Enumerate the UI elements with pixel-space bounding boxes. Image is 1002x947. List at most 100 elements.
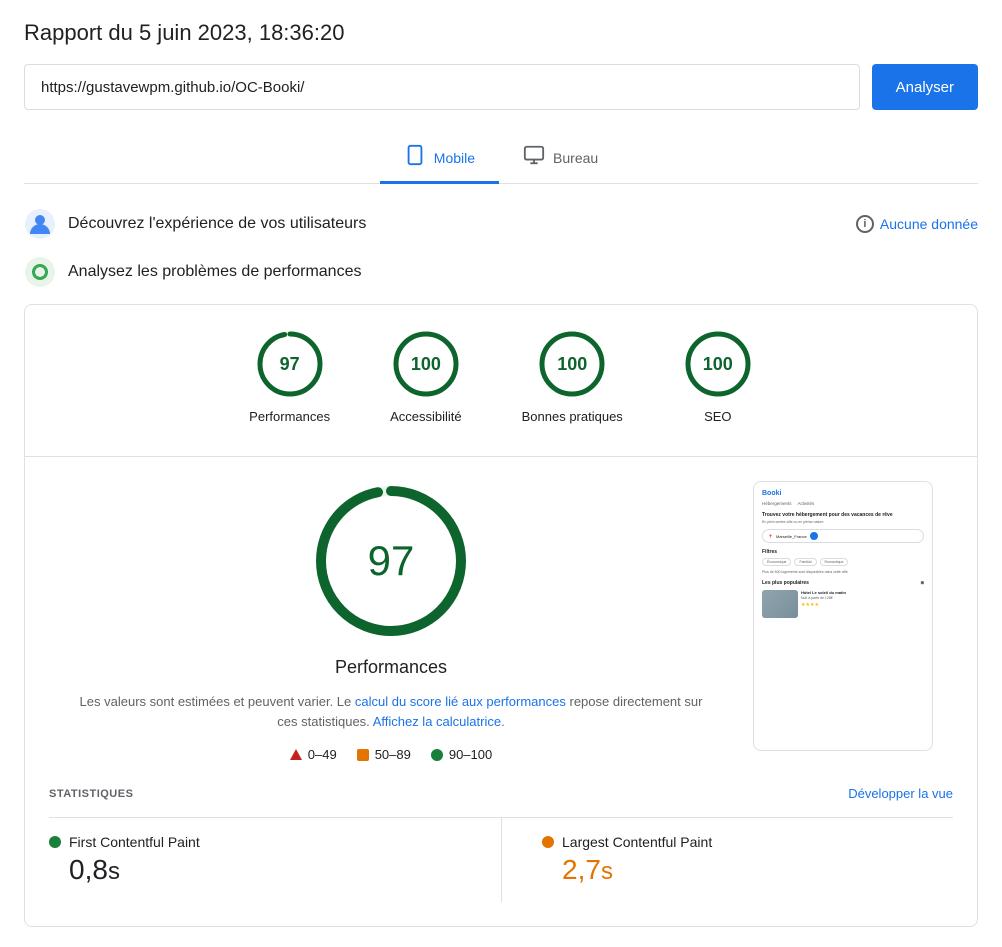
user-exp-section: Découvrez l'expérience de vos utilisateu… bbox=[24, 208, 978, 240]
perf-calc-link[interactable]: Affichez la calculatrice bbox=[373, 714, 501, 729]
report-title: Rapport du 5 juin 2023, 18:36:20 bbox=[24, 20, 978, 46]
booki-search-text: Marseille_France bbox=[776, 534, 807, 539]
user-exp-title: Découvrez l'expérience de vos utilisateu… bbox=[68, 215, 366, 233]
metric-lcp-unit: s bbox=[601, 858, 613, 885]
perf-right: Booki Hébergements Activités Trouvez vot… bbox=[753, 481, 933, 751]
booki-popular-title: Les plus populaires ⊞ bbox=[762, 580, 924, 586]
booki-card-price: Nuit à partir de 128€ bbox=[801, 596, 924, 600]
legend-square-icon bbox=[357, 749, 369, 761]
legend-range-0-49: 0–49 bbox=[308, 747, 337, 762]
scores-row: 97 Performances 100 Accessibilité bbox=[49, 329, 953, 424]
booki-card-info: Hôtel Le soleil du matin Nuit à partir d… bbox=[801, 590, 924, 618]
user-exp-icon bbox=[24, 208, 56, 240]
booki-filter-1: Économique bbox=[762, 558, 791, 566]
tabs: Mobile Bureau bbox=[24, 134, 978, 184]
perf-detail-title: Performances bbox=[69, 657, 713, 678]
score-value-seo: 100 bbox=[703, 354, 733, 375]
legend-range-50-89: 50–89 bbox=[375, 747, 411, 762]
booki-filter-title: Filtres bbox=[762, 549, 924, 555]
scores-card: 97 Performances 100 Accessibilité bbox=[24, 304, 978, 927]
booki-filter-2: Familial bbox=[794, 558, 816, 566]
booki-search: 📍 Marseille_France bbox=[762, 529, 924, 543]
no-data-container: i Aucune donnée bbox=[856, 215, 978, 233]
booki-card-image bbox=[762, 590, 798, 618]
score-seo: 100 SEO bbox=[683, 329, 753, 424]
tab-bureau-label: Bureau bbox=[553, 150, 598, 166]
metric-fcp-name: First Contentful Paint bbox=[69, 834, 200, 850]
stats-header: STATISTIQUES Développer la vue bbox=[49, 786, 953, 801]
metric-lcp-dot bbox=[542, 836, 554, 848]
stats-title: STATISTIQUES bbox=[49, 788, 133, 800]
booki-brand: Booki bbox=[762, 490, 781, 497]
perf-left: 97 Performances Les valeurs sont estimée… bbox=[69, 481, 713, 762]
metric-lcp-name: Largest Contentful Paint bbox=[562, 834, 712, 850]
metric-fcp-dot bbox=[49, 836, 61, 848]
metrics-grid: First Contentful Paint 0,8s Largest Cont… bbox=[49, 817, 953, 902]
legend: 0–49 50–89 90–100 bbox=[69, 747, 713, 762]
legend-green: 90–100 bbox=[431, 747, 492, 762]
info-icon: i bbox=[856, 215, 874, 233]
booki-search-button bbox=[810, 532, 818, 540]
booki-popular-label: Les plus populaires bbox=[762, 580, 809, 586]
score-value-accessibilite: 100 bbox=[411, 354, 441, 375]
metric-fcp-value: 0,8s bbox=[49, 854, 461, 886]
score-value-performances: 97 bbox=[280, 354, 300, 375]
tab-mobile[interactable]: Mobile bbox=[380, 134, 499, 184]
score-value-bonnes-pratiques: 100 bbox=[557, 354, 587, 375]
booki-count: Plus de 500 logements sont disponibles d… bbox=[762, 570, 924, 574]
score-label-accessibilite: Accessibilité bbox=[390, 409, 462, 424]
stats-section: STATISTIQUES Développer la vue First Con… bbox=[49, 786, 953, 902]
booki-filters: Économique Familial Romantique bbox=[762, 558, 924, 566]
big-score-value: 97 bbox=[368, 537, 415, 585]
perf-section: Analysez les problèmes de performances bbox=[24, 256, 978, 288]
booki-card-title: Hôtel Le soleil du matin bbox=[801, 590, 924, 595]
metric-fcp-header: First Contentful Paint bbox=[49, 834, 461, 850]
perf-section-icon bbox=[24, 256, 56, 288]
perf-detail: 97 Performances Les valeurs sont estimée… bbox=[49, 481, 953, 762]
score-circle-bonnes-pratiques: 100 bbox=[537, 329, 607, 399]
booki-card: Hôtel Le soleil du matin Nuit à partir d… bbox=[762, 590, 924, 618]
perf-desc-end: . bbox=[501, 714, 505, 729]
score-bonnes-pratiques: 100 Bonnes pratiques bbox=[522, 329, 623, 424]
booki-hero: Trouvez votre hébergement pour des vacan… bbox=[762, 512, 924, 518]
booki-preview-content: Booki Hébergements Activités Trouvez vot… bbox=[754, 482, 932, 750]
legend-range-90-100: 90–100 bbox=[449, 747, 492, 762]
booki-nav1: Hébergements bbox=[762, 501, 792, 506]
mobile-icon bbox=[404, 144, 426, 171]
score-label-bonnes-pratiques: Bonnes pratiques bbox=[522, 409, 623, 424]
booki-filter-3: Romantique bbox=[820, 558, 849, 566]
perf-score-link[interactable]: calcul du score lié aux performances bbox=[355, 694, 566, 709]
desktop-icon bbox=[523, 144, 545, 171]
metric-lcp: Largest Contentful Paint 2,7s bbox=[501, 817, 953, 902]
divider bbox=[25, 456, 977, 457]
legend-red: 0–49 bbox=[290, 747, 337, 762]
score-label-seo: SEO bbox=[704, 409, 731, 424]
score-label-performances: Performances bbox=[249, 409, 330, 424]
perf-desc-text1: Les valeurs sont estimées et peuvent var… bbox=[80, 694, 355, 709]
booki-preview: Booki Hébergements Activités Trouvez vot… bbox=[753, 481, 933, 751]
perf-section-title: Analysez les problèmes de performances bbox=[68, 263, 361, 281]
score-performances: 97 Performances bbox=[249, 329, 330, 424]
metric-lcp-value: 2,7s bbox=[542, 854, 953, 886]
legend-orange: 50–89 bbox=[357, 747, 411, 762]
legend-triangle-icon bbox=[290, 749, 302, 760]
score-accessibilite: 100 Accessibilité bbox=[390, 329, 462, 424]
score-circle-performances: 97 bbox=[255, 329, 325, 399]
tab-bureau[interactable]: Bureau bbox=[499, 134, 622, 184]
metric-lcp-header: Largest Contentful Paint bbox=[542, 834, 953, 850]
booki-stars: ★★★★ bbox=[801, 602, 924, 608]
url-input[interactable] bbox=[24, 64, 860, 110]
score-circle-seo: 100 bbox=[683, 329, 753, 399]
no-data-label[interactable]: Aucune donnée bbox=[880, 216, 978, 232]
booki-expand-icon: ⊞ bbox=[921, 580, 924, 586]
booki-nav2: Activités bbox=[798, 501, 815, 506]
metric-fcp-unit: s bbox=[108, 858, 120, 885]
url-bar: Analyser bbox=[24, 64, 978, 110]
tab-mobile-label: Mobile bbox=[434, 150, 475, 166]
perf-description: Les valeurs sont estimées et peuvent var… bbox=[69, 692, 713, 731]
booki-sub: En plein centre-ville ou en pleine natur… bbox=[762, 520, 924, 524]
score-circle-accessibilite: 100 bbox=[391, 329, 461, 399]
analyze-button[interactable]: Analyser bbox=[872, 64, 978, 110]
expand-link[interactable]: Développer la vue bbox=[848, 786, 953, 801]
legend-circle-icon bbox=[431, 749, 443, 761]
